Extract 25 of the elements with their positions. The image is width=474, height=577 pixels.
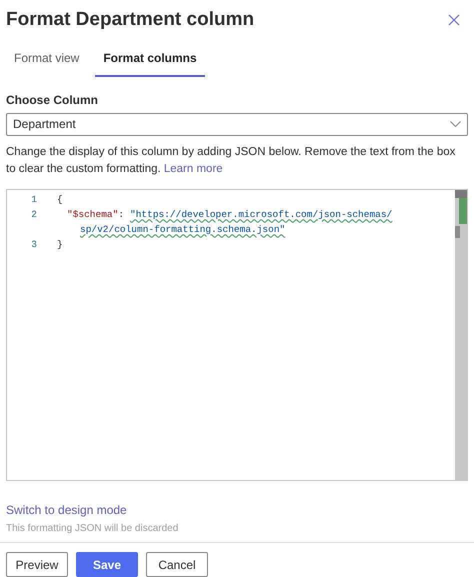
tab[interactable]: Format columns: [95, 48, 205, 76]
close-icon[interactable]: [448, 14, 460, 26]
code-editor[interactable]: 1 { 2 "$schema": "https://developer.microsoft.com/json-schemas/ sp/v2/column-formatting.schema.json" 3 }: [6, 189, 468, 481]
code-text: {: [57, 194, 63, 206]
learn-more-link[interactable]: Learn more: [164, 163, 223, 176]
line-number: 1: [30, 193, 38, 208]
line-number: 2: [30, 208, 38, 222]
description-text: Change the display of this column by adding JSON below. Remove the text from the box to clear the custom formatting. Learn more: [6, 145, 456, 178]
save-button[interactable]: Save: [76, 552, 138, 577]
chevron-down-icon: [450, 121, 461, 128]
design-mode-link[interactable]: Switch to design mode: [6, 501, 468, 519]
discard-note: This formatting JSON will be discarded: [6, 522, 180, 536]
action-button[interactable]: Cancel: [146, 552, 208, 577]
panel-title: Format Department column: [6, 8, 254, 32]
code-text: :: [118, 209, 126, 220]
code-string: "https://developer.microsoft.com/json-schemas/: [130, 209, 392, 220]
line-number: 3: [30, 238, 38, 252]
action-button[interactable]: Preview: [6, 552, 68, 577]
column-dropdown[interactable]: Department: [6, 112, 468, 136]
code-key: "$schema": [67, 209, 118, 220]
code-text: }: [57, 239, 63, 250]
scrollbar[interactable]: [455, 190, 467, 480]
code-string: sp/v2/column-formatting.schema.json": [80, 224, 286, 236]
tab[interactable]: Format view: [6, 48, 88, 76]
field-label: Choose Column: [6, 92, 99, 108]
